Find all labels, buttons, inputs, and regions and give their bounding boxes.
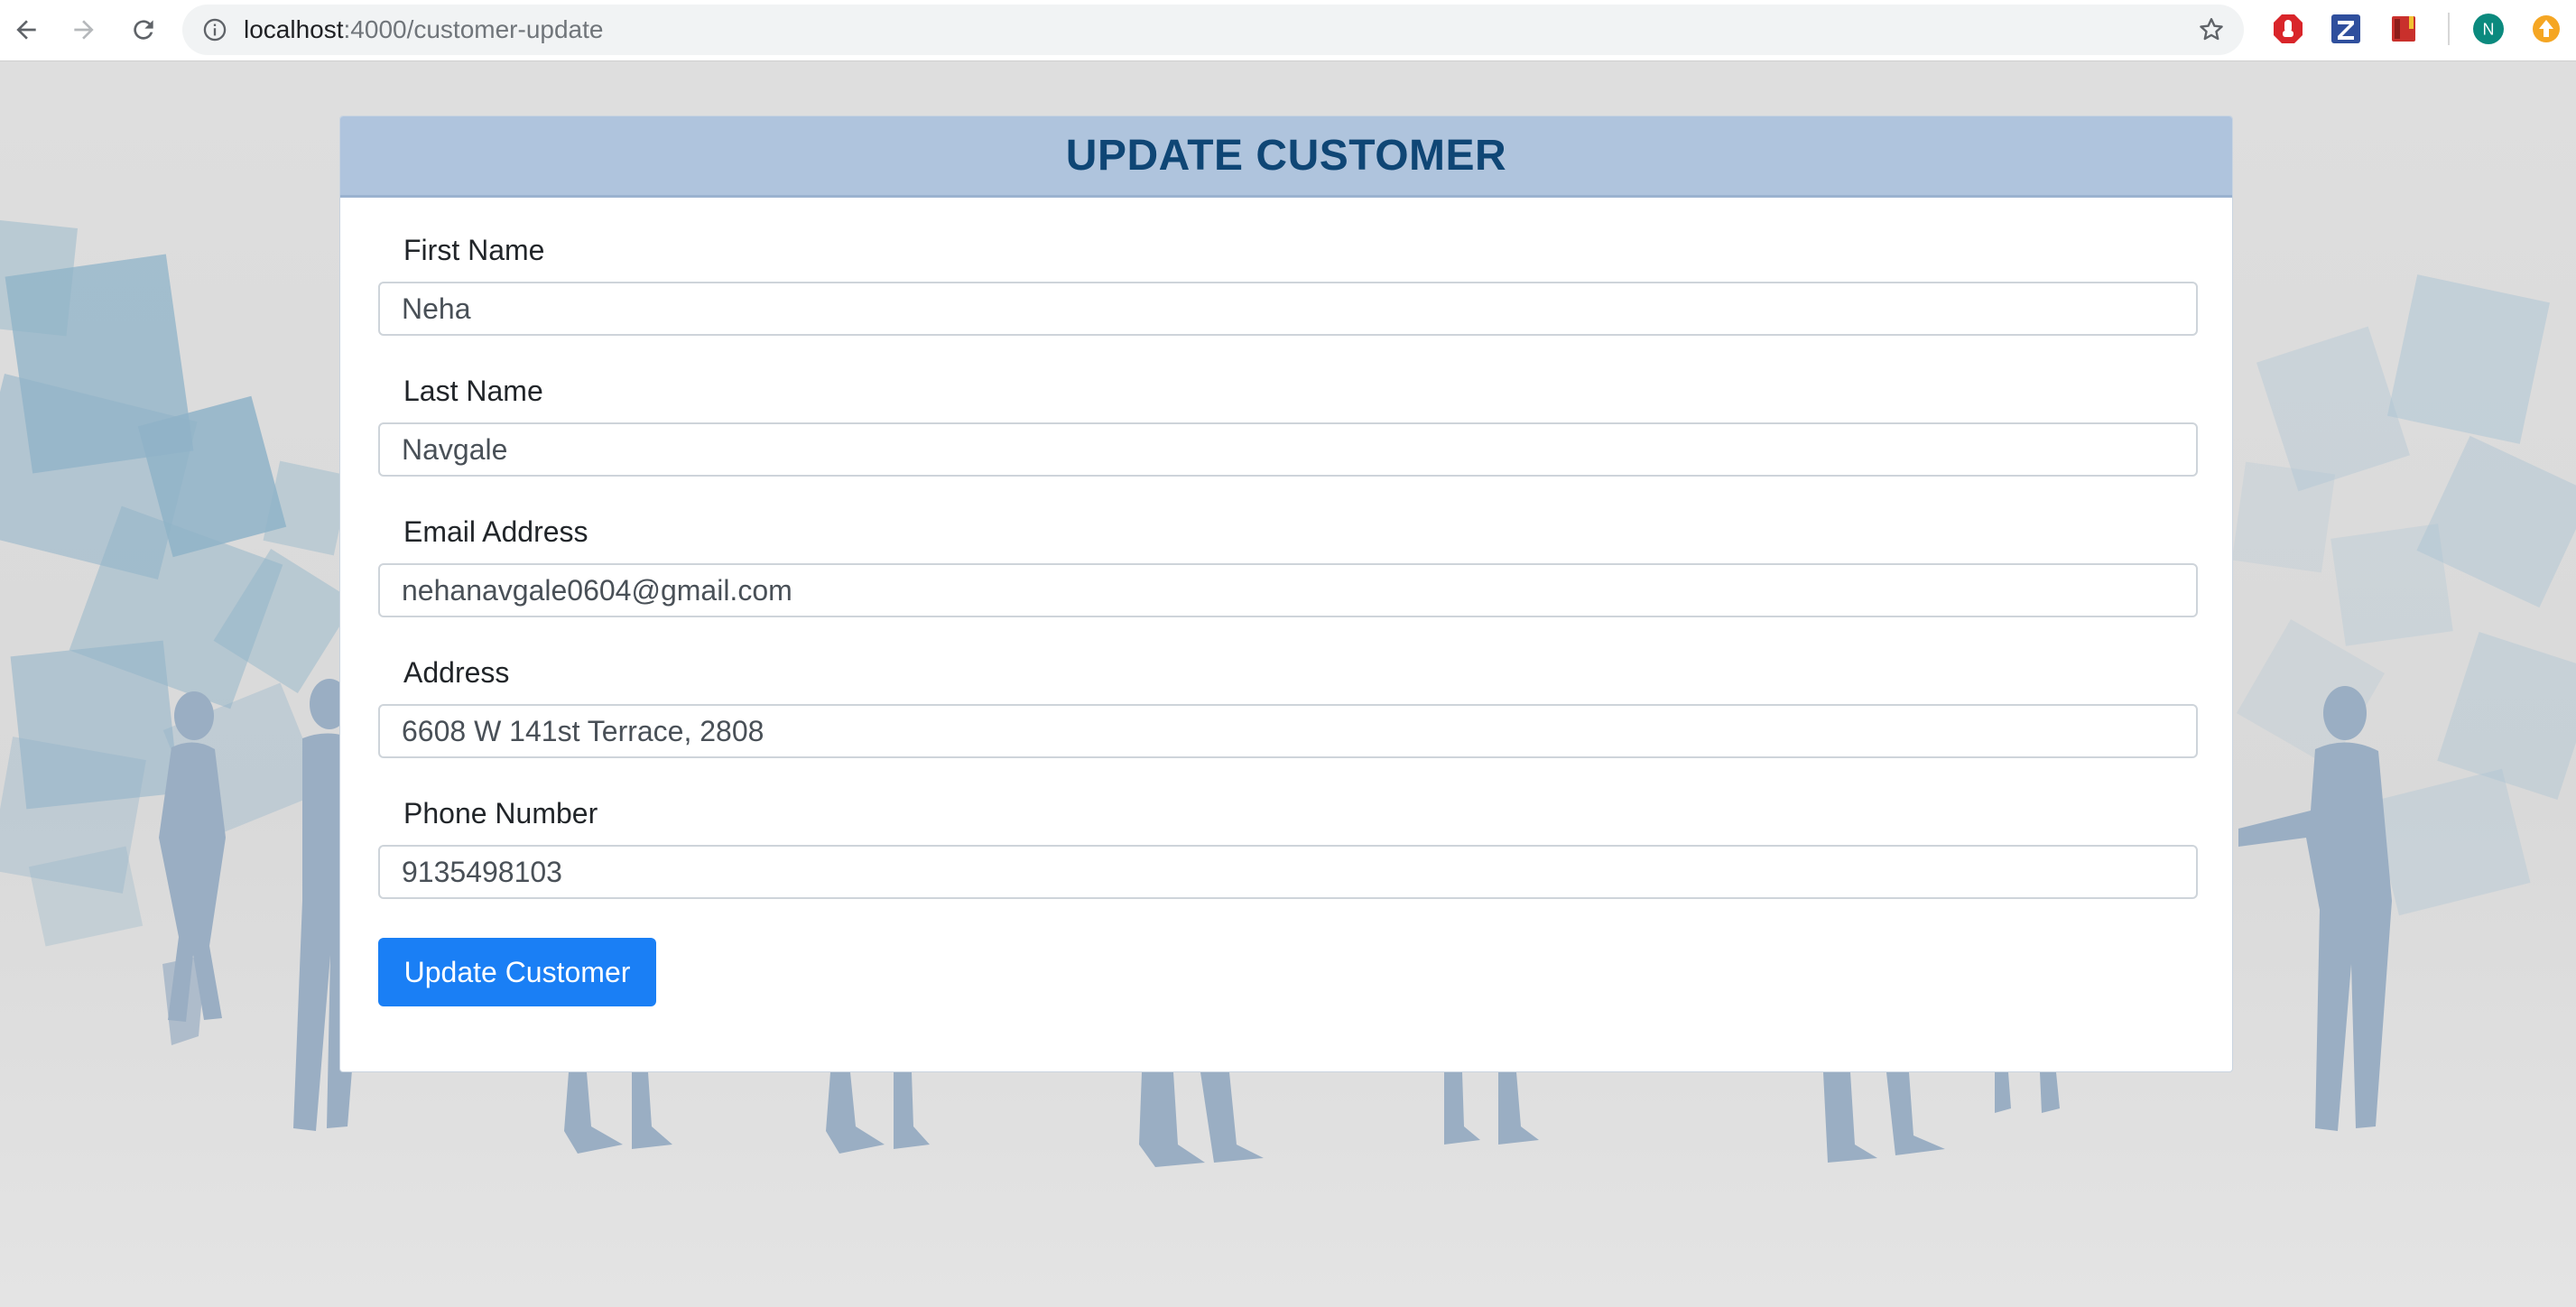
first-name-field[interactable] <box>378 282 2198 336</box>
email-field[interactable] <box>378 563 2198 617</box>
info-icon[interactable] <box>202 17 227 42</box>
phone-number-label: Phone Number <box>403 797 598 830</box>
phone-number-field[interactable] <box>378 845 2198 899</box>
back-icon <box>16 20 36 40</box>
reload-icon <box>134 20 153 40</box>
profile-avatar[interactable]: N <box>2472 13 2505 45</box>
update-customer-card: UPDATE CUSTOMER First Name Last Name Ema… <box>339 116 2233 1072</box>
reload-button[interactable] <box>121 7 166 52</box>
address-label: Address <box>403 656 510 689</box>
forward-icon <box>74 20 94 40</box>
red-book-extension-icon[interactable] <box>2387 13 2420 45</box>
browser-toolbar: localhost:4000/customer-update N <box>0 0 2576 61</box>
last-name-label: Last Name <box>403 375 543 407</box>
url-text: localhost:4000/customer-update <box>244 16 603 43</box>
back-button[interactable] <box>4 7 49 52</box>
url-host: localhost <box>244 15 344 43</box>
address-field[interactable] <box>378 704 2198 758</box>
forward-button[interactable] <box>61 7 107 52</box>
toolbar-separator <box>2448 13 2450 45</box>
card-header: UPDATE CUSTOMER <box>340 116 2232 198</box>
profile-initial: N <box>2483 21 2495 39</box>
address-bar[interactable]: localhost:4000/customer-update <box>182 5 2244 55</box>
page-title: UPDATE CUSTOMER <box>1065 132 1507 180</box>
update-customer-button[interactable]: Update Customer <box>378 938 656 1006</box>
stop-sign-extension-icon[interactable] <box>2272 13 2304 45</box>
email-address-label: Email Address <box>403 515 588 548</box>
orange-extension-icon[interactable] <box>2530 13 2562 45</box>
star-icon[interactable] <box>2197 15 2226 44</box>
url-path: :4000/customer-update <box>343 15 604 43</box>
last-name-field[interactable] <box>378 422 2198 477</box>
first-name-label: First Name <box>403 234 545 266</box>
z-extension-icon[interactable] <box>2330 13 2362 45</box>
